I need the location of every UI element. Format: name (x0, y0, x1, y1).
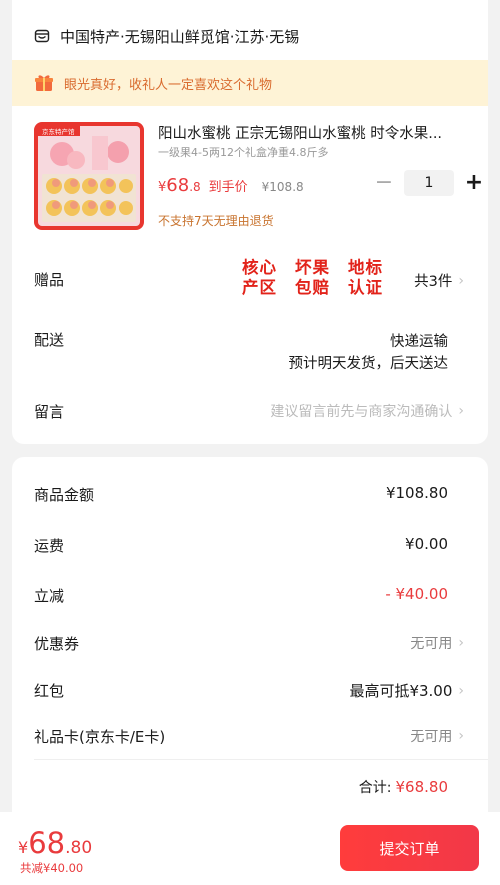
total-value: ¥68.80 (395, 778, 449, 796)
gift-badge: 地标 认证 (348, 258, 383, 297)
message-placeholder: 建议留言前先与商家沟通确认 (270, 404, 453, 420)
checkout-price-decimal: .80 (65, 838, 93, 858)
checkout-price-integer: 68 (28, 826, 66, 860)
gift-badge: 坏果 包赔 (295, 258, 330, 297)
gifts-label: 赠品 (34, 271, 65, 289)
price-summary-card: 商品金额 ¥108.80 运费 ¥0.00 立减 - ¥40.00 优惠券 无可… (12, 457, 488, 822)
checkout-bar: ¥ 68 .80 共减¥40.00 提交订单 (0, 812, 500, 885)
shipping-fee-value: ¥0.00 (405, 535, 448, 553)
chevron-right-icon: › (458, 635, 464, 651)
minus-button[interactable]: − (372, 170, 396, 196)
summary-divider (34, 759, 488, 760)
gift-notice-banner: 眼光真好，收礼人一定喜欢这个礼物 (12, 60, 488, 106)
plus-button[interactable]: + (462, 170, 486, 196)
delivery-label: 配送 (34, 331, 65, 349)
red-packet-value: 最高可抵¥3.00 (349, 682, 453, 700)
shop-name: 中国特产·无锡阳山鲜觅馆·江苏·无锡 (60, 27, 300, 46)
product-image[interactable]: 京东特产馆 (34, 122, 144, 230)
original-price: ¥108.8 (261, 180, 304, 194)
delivery-eta: 预计明天发货，后天送达 (288, 356, 449, 372)
coupon-selector[interactable]: 无可用 › (410, 633, 464, 653)
chevron-right-icon: › (458, 682, 464, 699)
message-label: 留言 (34, 403, 65, 421)
gift-badge: 核心 产区 (242, 258, 277, 297)
order-item-card: 中国特产·无锡阳山鲜觅馆·江苏·无锡 眼光真好，收礼人一定喜欢这个礼物 京东特产… (12, 0, 488, 444)
coupon-value: 无可用 (410, 636, 453, 652)
gift-notice-text: 眼光真好，收礼人一定喜欢这个礼物 (64, 77, 273, 93)
message-field[interactable]: 建议留言前先与商家沟通确认 › (270, 401, 464, 421)
summary-total: 合计: ¥68.80 (359, 777, 448, 797)
goods-amount-value: ¥108.80 (385, 484, 448, 502)
shop-icon (34, 29, 50, 43)
price-integer: 68 (166, 175, 190, 196)
chevron-right-icon: › (458, 728, 464, 744)
gift-card-value: 无可用 (410, 729, 453, 745)
gift-box-icon (35, 75, 53, 91)
total-label: 合计: (358, 780, 392, 796)
red-packet-selector[interactable]: 最高可抵¥3.00 › (349, 680, 464, 701)
price-label: 到手价 (208, 180, 248, 195)
checkout-saving: 共减¥40.00 (20, 861, 84, 875)
product-title[interactable]: 阳山水蜜桃 正宗无锡阳山水蜜桃 时令水果... (158, 122, 476, 143)
delivery-method: 快递运输 (390, 334, 448, 350)
instant-discount-label: 立减 (34, 587, 65, 605)
instant-discount-value: - ¥40.00 (385, 585, 448, 603)
coupon-label: 优惠券 (34, 635, 80, 653)
goods-amount-label: 商品金额 (34, 486, 95, 504)
gift-badges[interactable]: 核心 产区 坏果 包赔 地标 认证 (242, 258, 383, 298)
price-decimal: .8 (189, 180, 201, 194)
price-currency: ¥ (158, 180, 167, 195)
gifts-count-link[interactable]: 共3件 › (414, 270, 464, 291)
shop-row[interactable]: 中国特产·无锡阳山鲜觅馆·江苏·无锡 (34, 24, 299, 48)
quantity-stepper: − + (372, 170, 486, 196)
product-spec: 一级果4-5两12个礼盒净重4.8斤多 (158, 146, 329, 159)
return-policy: 不支持7天无理由退货 (158, 214, 274, 228)
chevron-right-icon: › (458, 403, 464, 419)
gifts-count: 共3件 (414, 274, 453, 290)
red-packet-label: 红包 (34, 682, 65, 700)
chevron-right-icon: › (458, 272, 464, 289)
gift-card-label: 礼品卡(京东卡/E卡) (34, 728, 166, 746)
shipping-fee-label: 运费 (34, 537, 65, 555)
checkout-currency: ¥ (18, 838, 29, 857)
checkout-price: ¥ 68 .80 (18, 826, 92, 860)
submit-order-button[interactable]: 提交订单 (340, 825, 479, 871)
product-image-logo-text: 京东特产馆 (42, 127, 75, 136)
quantity-input[interactable] (404, 170, 454, 196)
product-price: ¥ 68 .8 到手价 ¥108.8 (158, 175, 304, 196)
gift-card-selector[interactable]: 无可用 › (410, 726, 464, 746)
